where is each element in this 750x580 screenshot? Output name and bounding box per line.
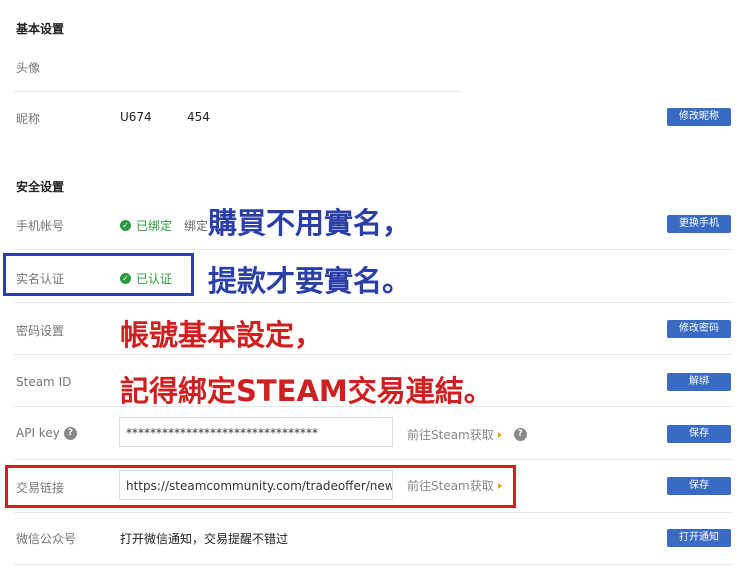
change-phone-button[interactable]: 更换手机 bbox=[667, 215, 731, 233]
phone-bind-text: 绑定 bbox=[184, 219, 209, 233]
save-apikey-button[interactable]: 保存 bbox=[667, 425, 731, 443]
apikey-input[interactable]: ******************************** bbox=[119, 417, 393, 447]
divider bbox=[14, 249, 732, 250]
apikey-label: API key ? bbox=[16, 426, 77, 440]
help-icon[interactable]: ? bbox=[63, 426, 77, 440]
trade-link-highlight-box bbox=[5, 465, 516, 508]
basic-settings-title: 基本设置 bbox=[16, 22, 65, 36]
arrow-icon bbox=[497, 431, 502, 438]
annotation-line1: 購買不用實名， bbox=[208, 206, 412, 240]
unbind-button[interactable]: 解绑 bbox=[667, 373, 731, 391]
wechat-text: 打开微信通知，交易提醒不错过 bbox=[120, 532, 289, 546]
divider bbox=[14, 564, 732, 565]
steamid-label: Steam ID bbox=[16, 375, 72, 389]
edit-nickname-button[interactable]: 修改昵称 bbox=[667, 108, 731, 126]
wechat-label: 微信公众号 bbox=[16, 532, 77, 546]
nickname-suffix: 454 bbox=[187, 110, 210, 124]
nickname-label: 昵称 bbox=[16, 112, 41, 126]
divider bbox=[14, 91, 462, 92]
divider bbox=[14, 354, 732, 355]
divider bbox=[14, 512, 732, 513]
annotation-line3: 帳號基本設定， bbox=[120, 318, 324, 352]
save-trade-link-button[interactable]: 保存 bbox=[667, 477, 731, 495]
realname-highlight-box bbox=[3, 253, 194, 296]
check-icon: ✓ bbox=[120, 220, 131, 231]
password-label: 密码设置 bbox=[16, 324, 65, 338]
annotation-line4: 記得綁定STEAM交易連結。 bbox=[120, 374, 493, 408]
divider bbox=[14, 302, 732, 303]
security-settings-title: 安全设置 bbox=[16, 180, 65, 194]
help-icon[interactable]: ? bbox=[513, 428, 527, 441]
open-notify-button[interactable]: 打开通知 bbox=[667, 529, 731, 547]
avatar-label: 头像 bbox=[16, 61, 41, 75]
goto-steam-link[interactable]: 前往Steam获取 ? bbox=[407, 426, 527, 443]
nickname-value: U674 bbox=[120, 110, 152, 124]
divider bbox=[14, 459, 732, 460]
phone-label: 手机帐号 bbox=[16, 219, 65, 233]
annotation-line2: 提款才要實名。 bbox=[208, 264, 412, 298]
change-password-button[interactable]: 修改密码 bbox=[667, 320, 731, 338]
phone-status: ✓ 已绑定 bbox=[120, 217, 172, 234]
